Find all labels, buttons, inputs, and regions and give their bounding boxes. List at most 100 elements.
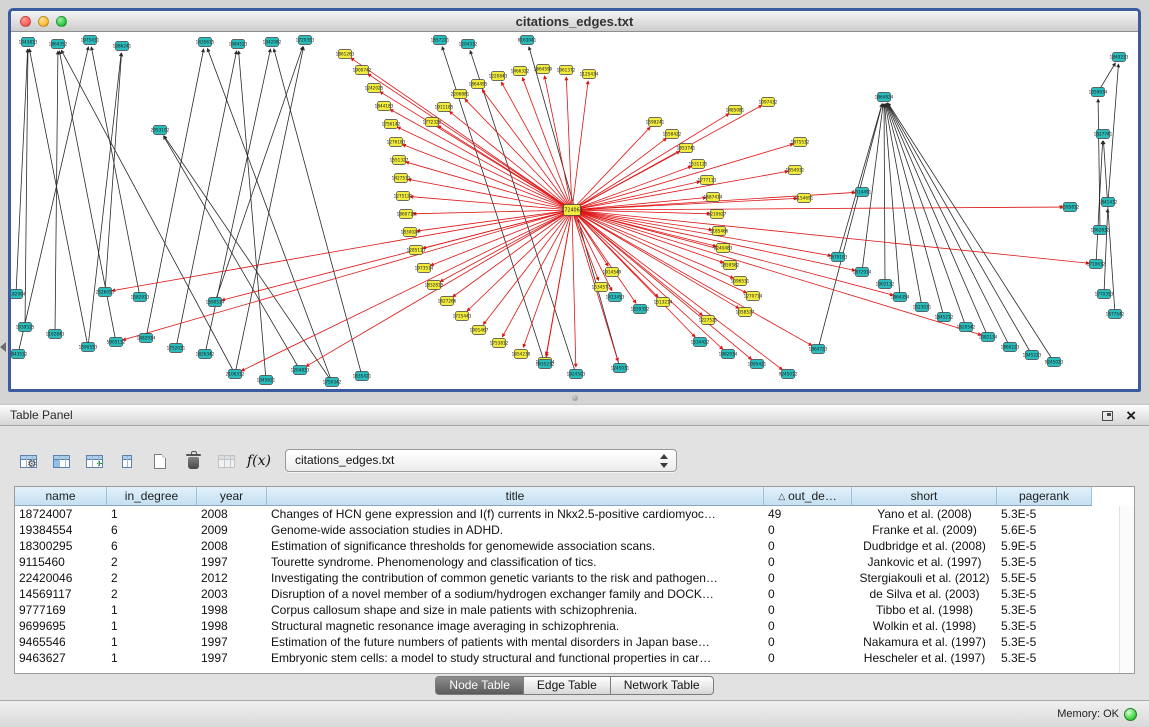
graph-node[interactable]: 1227521 — [699, 316, 718, 325]
minimize-window-button[interactable] — [38, 16, 49, 27]
table-scrollbar[interactable] — [1119, 506, 1134, 673]
graph-node[interactable]: 1844183 — [375, 102, 394, 111]
graph-node[interactable]: 1830024 — [401, 228, 420, 237]
graph-node[interactable]: 1154691 — [795, 194, 814, 203]
column-header-in-degree[interactable]: in_degree — [107, 487, 197, 506]
table-row[interactable]: 2242004622012Investigating the contribut… — [15, 570, 1134, 586]
graph-node[interactable]: 1725443 — [453, 312, 472, 321]
graph-node[interactable]: 1534577 — [592, 283, 611, 292]
collapse-panel-arrow[interactable] — [0, 342, 6, 352]
graph-node[interactable]: 1097432 — [759, 98, 778, 107]
graph-node[interactable]: 9245023 — [1045, 358, 1064, 367]
graph-node[interactable]: 1485081 — [726, 106, 745, 115]
graph-node[interactable]: 1872914 — [853, 268, 872, 277]
float-panel-icon[interactable] — [1102, 411, 1113, 421]
graph-node[interactable]: 1275121 — [394, 192, 413, 201]
graph-node[interactable]: 2526051 — [96, 288, 115, 297]
graph-node[interactable]: 1841432 — [1099, 198, 1118, 207]
graph-node[interactable]: 2206881 — [451, 90, 470, 99]
graph-node[interactable]: 1582913 — [131, 293, 150, 302]
graph-node[interactable]: 1342082 — [263, 38, 282, 47]
graph-node[interactable]: 1752031 — [167, 344, 186, 353]
graph-node[interactable]: 1982034 — [719, 350, 738, 359]
graph-node[interactable]: 1413453 — [606, 293, 625, 302]
tab-node-table[interactable]: Node Table — [435, 676, 524, 695]
graph-node[interactable]: 1864723 — [809, 345, 828, 354]
graph-node[interactable]: 1750342 — [323, 378, 342, 387]
graph-node[interactable]: 1973514 — [415, 264, 434, 273]
graph-node[interactable]: 1853741 — [677, 144, 696, 153]
column-header-title[interactable]: title — [267, 487, 764, 506]
graph-node[interactable]: 2106312 — [226, 370, 245, 379]
graph-node[interactable]: 1182904 — [11, 290, 26, 299]
graph-node[interactable]: 1627266 — [438, 297, 457, 306]
graph-node[interactable]: 1975431 — [81, 36, 100, 45]
create-column-icon[interactable] — [148, 449, 172, 473]
column-header-out-de-[interactable]: △out_de… — [764, 487, 852, 506]
graph-node[interactable]: 1531125 — [689, 160, 708, 169]
graph-node[interactable]: 1900742 — [353, 66, 372, 75]
graph-node[interactable]: 1162843 — [46, 330, 65, 339]
tab-network-table[interactable]: Network Table — [611, 676, 714, 695]
graph-node[interactable]: 1551327 — [390, 156, 409, 165]
graph-node[interactable]: 1911185 — [435, 103, 454, 112]
column-header-pagerank[interactable]: pagerank — [997, 487, 1092, 506]
graph-node[interactable]: 1513214 — [654, 298, 673, 307]
graph-node[interactable]: 1058527 — [736, 308, 755, 317]
graph-node[interactable]: 1914549 — [603, 268, 622, 277]
graph-node[interactable]: 1961372 — [557, 66, 576, 75]
graph-node[interactable]: 1860223 — [1001, 343, 1020, 352]
graph-node[interactable]: 1435212 — [536, 360, 555, 369]
graph-node[interactable]: 1859582 — [721, 261, 740, 270]
zoom-window-button[interactable] — [56, 16, 67, 27]
graph-node[interactable]: 1843532 — [11, 350, 28, 359]
graph-node[interactable]: 1840233 — [1110, 53, 1129, 62]
graph-node[interactable]: 1514491 — [853, 188, 872, 197]
edit-table-icon[interactable]: + — [82, 449, 106, 473]
graph-node[interactable]: 1687414 — [704, 193, 723, 202]
graph-node[interactable]: 1096531 — [731, 277, 750, 286]
graph-hub-node[interactable]: 1724061 — [561, 205, 582, 216]
graph-node[interactable]: 1864354 — [891, 293, 910, 302]
column-header-name[interactable]: name — [15, 487, 107, 506]
graph-node[interactable]: 1590514 — [206, 298, 225, 307]
graph-node[interactable]: 1984523 — [229, 40, 248, 49]
table-row[interactable]: 1456911722003Disruption of a novel membe… — [15, 586, 1134, 602]
graph-node[interactable]: 2240483 — [714, 244, 733, 253]
table-row[interactable]: 911546021997Tourette syndrome. Phenomeno… — [15, 554, 1134, 570]
graph-node[interactable]: 1466322 — [511, 67, 530, 76]
graph-node[interactable]: 1427513 — [392, 174, 411, 183]
graph-node[interactable]: 1559352 — [631, 305, 650, 314]
table-row[interactable]: 969969511998Structural magnetic resonanc… — [15, 618, 1134, 634]
graph-node[interactable]: 1770353 — [1095, 290, 1114, 299]
graph-node[interactable]: 1125434 — [580, 70, 599, 79]
graph-node[interactable]: 1864824 — [875, 93, 894, 102]
panel-divider[interactable] — [0, 392, 1149, 404]
graph-node[interactable]: 1620542 — [957, 323, 976, 332]
graph-node[interactable]: 1901467 — [470, 326, 489, 335]
graph-node[interactable]: 8163041 — [518, 36, 537, 45]
graph-node[interactable]: 1777113 — [698, 176, 717, 185]
show-columns-icon[interactable] — [49, 449, 73, 473]
import-table-icon[interactable] — [214, 449, 238, 473]
table-row[interactable]: 946554611997Estimation of the future num… — [15, 634, 1134, 650]
graph-node[interactable]: 1043813 — [19, 38, 38, 47]
close-panel-icon[interactable]: × — [1126, 405, 1136, 427]
graph-node[interactable]: 1270714 — [744, 292, 763, 301]
graph-node[interactable]: 1082134 — [979, 333, 998, 342]
graph-node[interactable]: 1902132 — [876, 280, 895, 289]
graph-node[interactable]: 1635421 — [353, 372, 372, 381]
function-builder-icon[interactable]: f(x) — [247, 449, 271, 473]
close-window-button[interactable] — [20, 16, 31, 27]
graph-node[interactable]: 1875532 — [791, 138, 810, 147]
graph-node[interactable]: 1242025 — [365, 84, 384, 93]
graph-node[interactable]: 1827741 — [1094, 130, 1113, 139]
graph-node[interactable]: 1861263 — [336, 50, 355, 59]
graph-node[interactable]: 5905132 — [107, 338, 126, 347]
graph-node[interactable]: 1210627 — [708, 210, 727, 219]
graph-node[interactable]: 1598241 — [646, 118, 665, 127]
graph-node[interactable]: 1095421 — [748, 360, 767, 369]
graph-node[interactable]: 1924503 — [567, 370, 586, 379]
graph-node[interactable]: 1845212 — [935, 313, 954, 322]
graph-node[interactable]: 1534422 — [691, 338, 710, 347]
